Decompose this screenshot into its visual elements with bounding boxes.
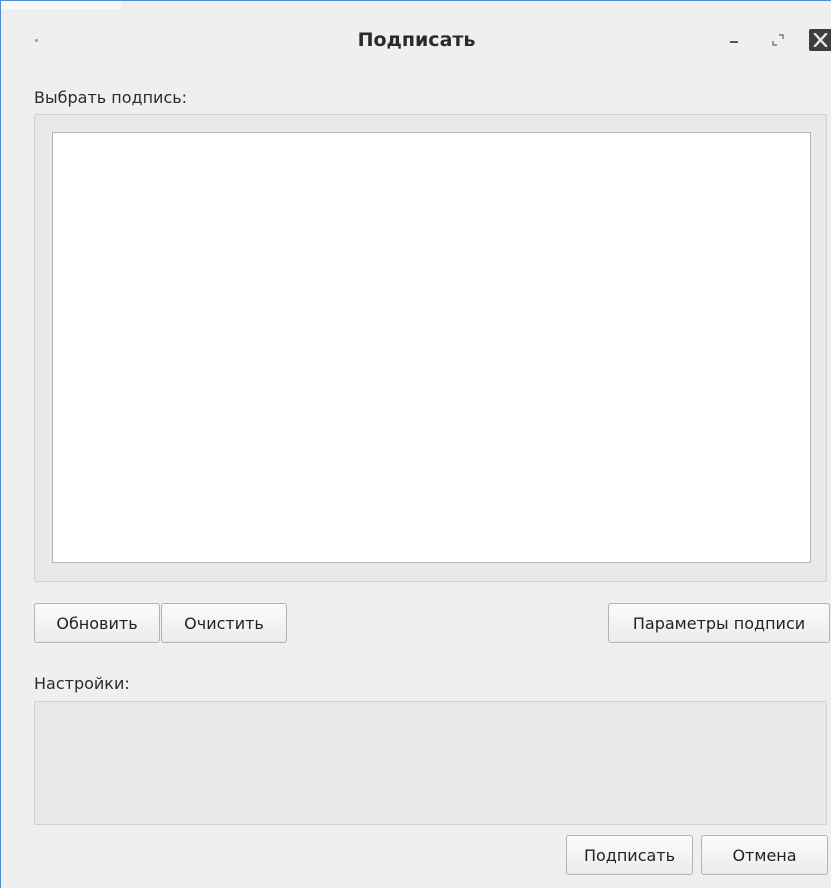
clear-button[interactable]: Очистить: [161, 603, 287, 643]
title-bar[interactable]: Подписать: [1, 9, 831, 75]
select-signature-label: Выбрать подпись:: [34, 88, 188, 107]
sign-dialog: Подписать Выбрать подпись: Обновить Очис…: [0, 0, 831, 888]
maximize-icon[interactable]: [765, 27, 791, 53]
settings-panel: [34, 701, 827, 825]
refresh-button[interactable]: Обновить: [34, 603, 160, 643]
signature-params-button[interactable]: Параметры подписи: [608, 603, 830, 643]
signature-list[interactable]: [52, 132, 811, 563]
window-title: Подписать: [357, 29, 476, 51]
signature-group: [34, 114, 827, 582]
settings-label: Настройки:: [34, 674, 130, 693]
minimize-icon[interactable]: [721, 27, 747, 53]
close-icon[interactable]: [809, 29, 831, 51]
background-window-strip: [1, 1, 121, 9]
cancel-button[interactable]: Отмена: [701, 835, 828, 875]
sign-button[interactable]: Подписать: [566, 835, 693, 875]
